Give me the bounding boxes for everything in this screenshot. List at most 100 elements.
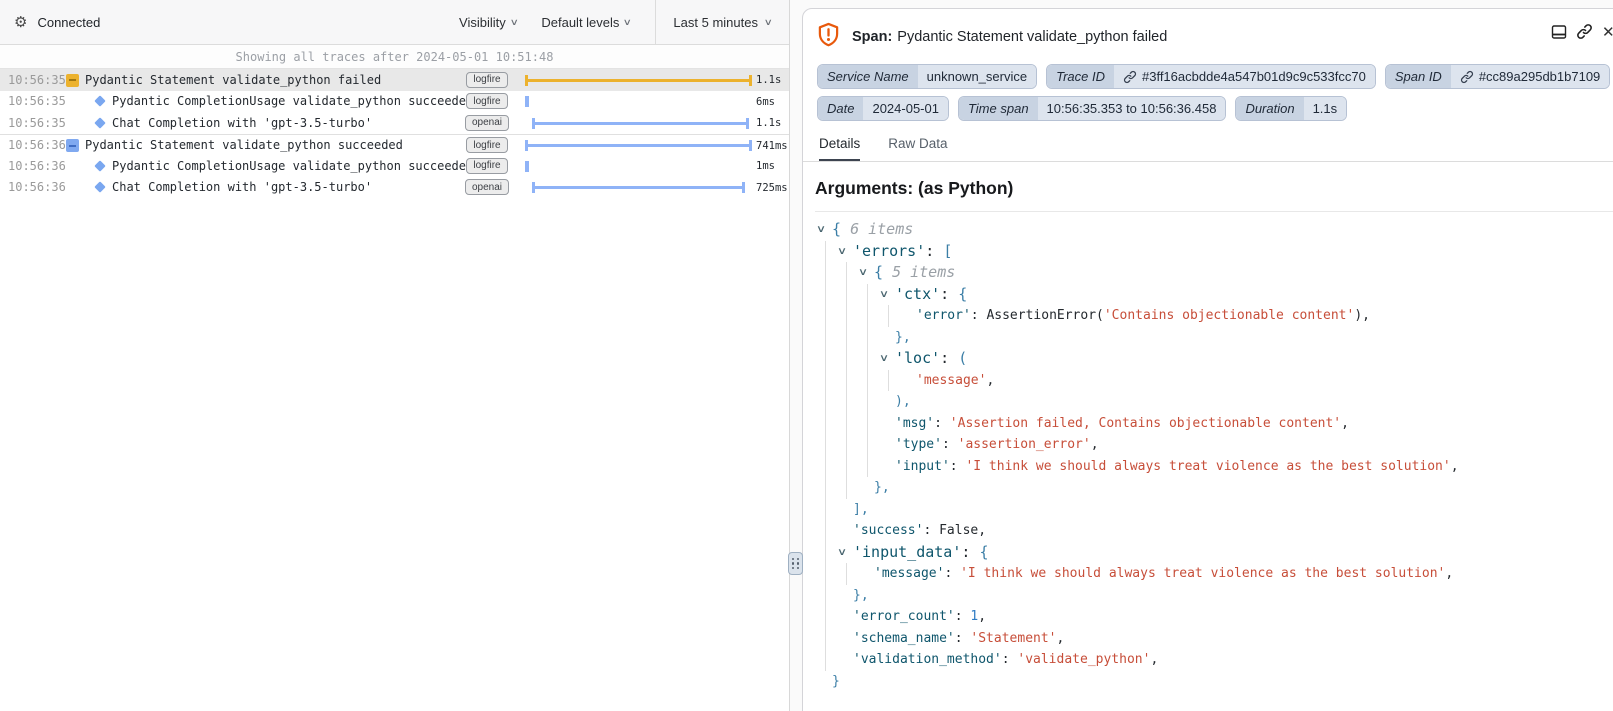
collapse-chevron-icon[interactable]: ∨ xyxy=(837,241,846,263)
settings-gear-icon[interactable]: ⚙ xyxy=(14,13,27,31)
indent-guide xyxy=(825,348,826,370)
scope-tag[interactable]: logfire xyxy=(466,93,507,109)
json-line: 'message', xyxy=(815,370,1613,392)
metadata-badge: Span ID#cc89a295db1b7109 xyxy=(1385,64,1610,89)
duration-bar xyxy=(525,144,752,147)
indent-guide xyxy=(867,434,868,456)
json-line[interactable]: ∨'loc': ( xyxy=(815,348,1613,370)
scope-tag[interactable]: logfire xyxy=(466,158,507,174)
json-token-k: 'msg' xyxy=(895,416,934,431)
scope-tag[interactable]: logfire xyxy=(466,72,507,88)
json-token-p: , xyxy=(986,373,994,388)
collapse-chevron-icon[interactable]: ∨ xyxy=(879,284,888,306)
json-line[interactable]: ∨'input_data': { xyxy=(815,542,1613,564)
link-icon xyxy=(1123,70,1137,84)
badge-value[interactable]: #3ff16acbdde4a547b01d9c9c533fcc70 xyxy=(1114,65,1375,88)
indent-guide xyxy=(825,262,826,284)
trace-row[interactable]: 10:56:36Pydantic Statement validate_pyth… xyxy=(0,134,789,156)
badge-value[interactable]: #cc89a295db1b7109 xyxy=(1451,65,1609,88)
collapse-chevron-icon[interactable]: ∨ xyxy=(858,262,867,284)
indent-guide xyxy=(846,262,847,284)
link-icon[interactable] xyxy=(1576,23,1593,40)
duration-bar xyxy=(532,186,746,189)
json-token-p: ), xyxy=(1354,308,1370,323)
trace-row[interactable]: 10:56:35Pydantic Statement validate_pyth… xyxy=(0,69,789,91)
duration-track xyxy=(513,112,753,134)
indent-guide xyxy=(825,327,826,349)
json-token-b: }, xyxy=(874,480,890,495)
badge-value: 1.1s xyxy=(1304,97,1347,120)
trace-duration: 6ms xyxy=(756,96,775,108)
span-diamond-icon xyxy=(94,95,104,105)
json-token-b: ( xyxy=(958,349,967,367)
json-line[interactable]: ∨'errors': [ xyxy=(815,241,1613,263)
scope-tag[interactable]: logfire xyxy=(466,137,507,153)
indent-guide xyxy=(888,305,889,327)
badge-value: 2024-05-01 xyxy=(863,97,948,120)
json-token-p: : xyxy=(942,437,958,452)
trace-timestamp: 10:56:36 xyxy=(8,138,66,152)
json-token-b: ], xyxy=(853,502,869,517)
collapse-chevron-icon[interactable]: ∨ xyxy=(837,542,846,564)
indent-guide xyxy=(846,477,847,499)
tab-details[interactable]: Details xyxy=(819,136,860,161)
json-token-p: AssertionError( xyxy=(986,308,1103,323)
json-token-k: 'ctx' xyxy=(895,285,940,303)
panel-resize-handle[interactable] xyxy=(788,552,803,575)
json-token-p: : xyxy=(971,308,987,323)
visibility-dropdown[interactable]: Visibility ∨ xyxy=(459,15,517,30)
scope-tag[interactable]: openai xyxy=(465,115,509,131)
scope-tag[interactable]: openai xyxy=(465,179,509,195)
json-token-s: 'I think we should always treat violence… xyxy=(965,459,1450,474)
json-line[interactable]: ∨{ 6 items xyxy=(815,219,1613,241)
trace-row[interactable]: 10:56:36Chat Completion with 'gpt-3.5-tu… xyxy=(0,177,789,199)
trace-tag-column: logfire xyxy=(463,158,511,174)
collapse-toggle-icon[interactable] xyxy=(66,139,79,152)
indent-guide xyxy=(825,370,826,392)
json-token-p: False, xyxy=(939,523,986,538)
badge-row: Date2024-05-01Time span10:56:35.353 to 1… xyxy=(803,96,1613,121)
trace-row[interactable]: 10:56:36Pydantic CompletionUsage validat… xyxy=(0,155,789,177)
collapse-chevron-icon[interactable]: ∨ xyxy=(816,219,825,241)
span-title-text: Pydantic Statement validate_python faile… xyxy=(897,29,1167,45)
json-line[interactable]: ∨'ctx': { xyxy=(815,284,1613,306)
indent-guide xyxy=(846,563,847,585)
trace-timestamp: 10:56:35 xyxy=(8,94,66,108)
indent-guide xyxy=(825,606,826,628)
detail-body: Arguments: (as Python) ∨{ 6 items∨'error… xyxy=(803,178,1613,711)
default-levels-dropdown[interactable]: Default levels ∨ xyxy=(541,15,631,30)
panel-bottom-icon[interactable] xyxy=(1551,24,1567,40)
trace-row[interactable]: 10:56:35Pydantic CompletionUsage validat… xyxy=(0,91,789,113)
badge-value: unknown_service xyxy=(918,65,1036,88)
trace-duration: 1.1s xyxy=(756,74,781,86)
trace-row[interactable]: 10:56:35Chat Completion with 'gpt-3.5-tu… xyxy=(0,112,789,134)
indent-guide xyxy=(825,434,826,456)
time-range-dropdown[interactable]: Last 5 minutes ∨ xyxy=(655,0,789,45)
indent-guide xyxy=(825,563,826,585)
trace-tag-column: logfire xyxy=(463,137,511,153)
trace-timestamp: 10:56:35 xyxy=(8,73,66,87)
json-token-b: ), xyxy=(895,394,911,409)
link-icon xyxy=(1460,70,1474,84)
json-token-k: 'message' xyxy=(874,566,944,581)
json-line[interactable]: ∨{ 5 items xyxy=(815,262,1613,284)
span-diamond-icon xyxy=(94,160,104,170)
collapse-toggle-icon[interactable] xyxy=(66,74,79,87)
indent-guide xyxy=(867,305,868,327)
json-token-p: , xyxy=(1341,416,1349,431)
json-line: 'schema_name': 'Statement', xyxy=(815,628,1613,650)
json-token-p: , xyxy=(1057,631,1065,646)
metadata-badge: Date2024-05-01 xyxy=(817,96,949,121)
trace-label: Pydantic CompletionUsage validate_python… xyxy=(112,159,473,173)
json-token-p: : xyxy=(961,543,979,561)
indent-guide xyxy=(846,370,847,392)
json-token-k: 'input_data' xyxy=(853,543,961,561)
json-line: }, xyxy=(815,327,1613,349)
tab-raw-data[interactable]: Raw Data xyxy=(888,136,947,161)
json-token-p: : xyxy=(955,609,971,624)
indent-guide xyxy=(846,305,847,327)
arguments-heading: Arguments: (as Python) xyxy=(815,178,1613,212)
indent-guide xyxy=(867,370,868,392)
collapse-chevron-icon[interactable]: ∨ xyxy=(879,348,888,370)
json-line: 'validation_method': 'validate_python', xyxy=(815,649,1613,671)
